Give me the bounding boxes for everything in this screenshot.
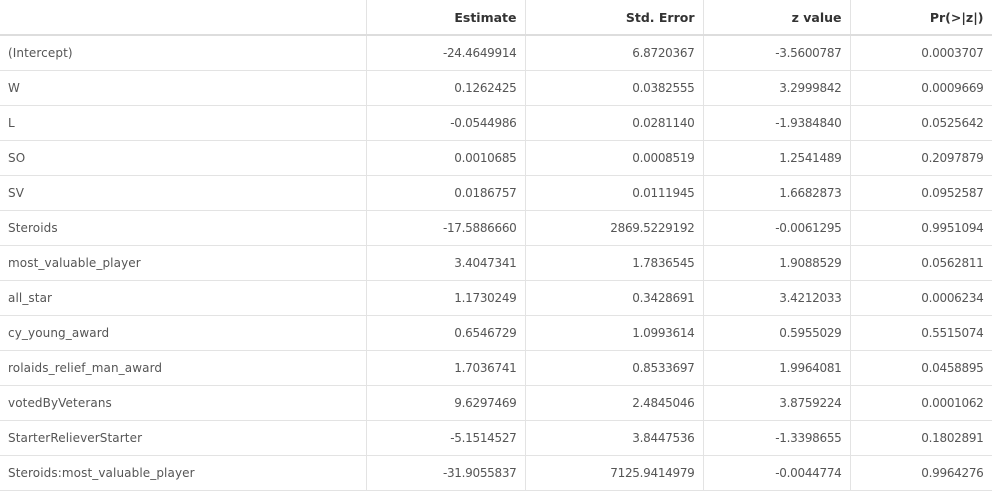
cell-p-value: 0.0009669 <box>849 69 992 106</box>
cell-term: (Intercept) <box>0 34 367 71</box>
cell-term: cy_young_award <box>0 314 367 351</box>
cell-std-error: 3.8447536 <box>524 419 704 456</box>
cell-term: rolaids_relief_man_award <box>0 349 367 386</box>
cell-estimate: -5.1514527 <box>365 419 526 456</box>
cell-std-error: 0.8533697 <box>524 349 704 386</box>
header-std-error: Std. Error <box>524 0 704 36</box>
table-row: StarterRelieverStarter -5.1514527 3.844753… <box>0 419 992 456</box>
table-row: L -0.0544986 0.0281140 -1.9384840 0.0525642 <box>0 104 992 141</box>
table-row: rolaids_relief_man_award 1.7036741 0.85336… <box>0 349 992 386</box>
cell-estimate: 0.1262425 <box>365 69 526 106</box>
cell-estimate: -17.5886660 <box>365 209 526 246</box>
cell-std-error: 1.7836545 <box>524 244 704 281</box>
cell-estimate: -24.4649914 <box>365 34 526 71</box>
cell-term: Steroids <box>0 209 367 246</box>
cell-z-value: -0.0061295 <box>702 209 851 246</box>
cell-z-value: -1.9384840 <box>702 104 851 141</box>
cell-term: SO <box>0 139 367 176</box>
cell-z-value: -3.5600787 <box>702 34 851 71</box>
cell-z-value: 3.8759224 <box>702 384 851 421</box>
cell-term: all_star <box>0 279 367 316</box>
cell-estimate: 3.4047341 <box>365 244 526 281</box>
cell-estimate: -0.0544986 <box>365 104 526 141</box>
cell-z-value: 3.2999842 <box>702 69 851 106</box>
cell-z-value: 1.2541489 <box>702 139 851 176</box>
cell-term: most_valuable_player <box>0 244 367 281</box>
header-p-value: Pr(>|z|) <box>849 0 992 36</box>
cell-p-value: 0.0525642 <box>849 104 992 141</box>
cell-std-error: 0.0111945 <box>524 174 704 211</box>
cell-term: W <box>0 69 367 106</box>
table-row: W 0.1262425 0.0382555 3.2999842 0.0009669 <box>0 69 992 106</box>
cell-p-value: 0.5515074 <box>849 314 992 351</box>
table-row: most_valuable_player 3.4047341 1.7836545 1.… <box>0 244 992 281</box>
cell-p-value: 0.1802891 <box>849 419 992 456</box>
cell-term: votedByVeterans <box>0 384 367 421</box>
cell-std-error: 6.8720367 <box>524 34 704 71</box>
cell-estimate: 0.0010685 <box>365 139 526 176</box>
header-estimate: Estimate <box>365 0 526 36</box>
cell-std-error: 0.0382555 <box>524 69 704 106</box>
cell-std-error: 0.0008519 <box>524 139 704 176</box>
cell-term: StarterRelieverStarter <box>0 419 367 456</box>
table-row: votedByVeterans 9.6297469 2.4845046 3.87592… <box>0 384 992 421</box>
cell-p-value: 0.0952587 <box>849 174 992 211</box>
cell-std-error: 7125.9414979 <box>524 454 704 491</box>
cell-z-value: 1.9964081 <box>702 349 851 386</box>
cell-estimate: 1.1730249 <box>365 279 526 316</box>
cell-p-value: 0.9951094 <box>849 209 992 246</box>
table-header-row: Estimate Std. Error z value Pr(>|z|) <box>0 0 992 36</box>
coefficients-table: Estimate Std. Error z value Pr(>|z|) (In… <box>0 0 992 491</box>
header-z-value: z value <box>702 0 851 36</box>
cell-term: Steroids:most_valuable_player <box>0 454 367 491</box>
cell-p-value: 0.9964276 <box>849 454 992 491</box>
cell-p-value: 0.0562811 <box>849 244 992 281</box>
cell-estimate: 1.7036741 <box>365 349 526 386</box>
cell-std-error: 2.4845046 <box>524 384 704 421</box>
table-row: SV 0.0186757 0.0111945 1.6682873 0.0952587 <box>0 174 992 211</box>
cell-term: L <box>0 104 367 141</box>
cell-std-error: 1.0993614 <box>524 314 704 351</box>
cell-std-error: 0.3428691 <box>524 279 704 316</box>
table-row: cy_young_award 0.6546729 1.0993614 0.595502… <box>0 314 992 351</box>
cell-std-error: 0.0281140 <box>524 104 704 141</box>
cell-p-value: 0.0458895 <box>849 349 992 386</box>
cell-z-value: 0.5955029 <box>702 314 851 351</box>
cell-z-value: 1.9088529 <box>702 244 851 281</box>
table-row: all_star 1.1730249 0.3428691 3.4212033 0.000… <box>0 279 992 316</box>
cell-estimate: 0.6546729 <box>365 314 526 351</box>
header-term <box>0 0 367 36</box>
table-row: SO 0.0010685 0.0008519 1.2541489 0.2097879 <box>0 139 992 176</box>
cell-estimate: -31.9055837 <box>365 454 526 491</box>
cell-z-value: 1.6682873 <box>702 174 851 211</box>
cell-z-value: -1.3398655 <box>702 419 851 456</box>
cell-p-value: 0.0003707 <box>849 34 992 71</box>
table-body: (Intercept) -24.4649914 6.8720367 -3.560078… <box>0 34 992 491</box>
cell-p-value: 0.0001062 <box>849 384 992 421</box>
cell-term: SV <box>0 174 367 211</box>
cell-estimate: 9.6297469 <box>365 384 526 421</box>
cell-estimate: 0.0186757 <box>365 174 526 211</box>
cell-z-value: -0.0044774 <box>702 454 851 491</box>
table-row: Steroids -17.5886660 2869.5229192 -0.006129… <box>0 209 992 246</box>
cell-p-value: 0.2097879 <box>849 139 992 176</box>
table-row: (Intercept) -24.4649914 6.8720367 -3.560078… <box>0 34 992 71</box>
cell-z-value: 3.4212033 <box>702 279 851 316</box>
cell-p-value: 0.0006234 <box>849 279 992 316</box>
table-row: Steroids:most_valuable_player -31.9055837… <box>0 454 992 491</box>
cell-std-error: 2869.5229192 <box>524 209 704 246</box>
